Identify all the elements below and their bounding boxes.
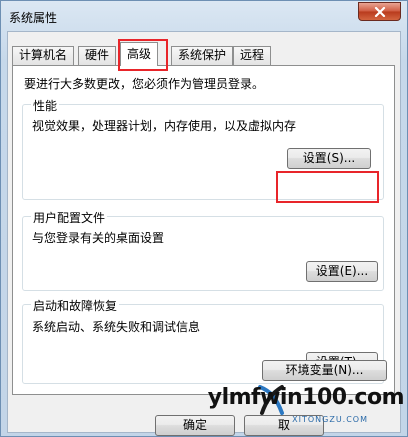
user-profiles-title: 用户配置文件 [31,209,108,226]
title-bar[interactable]: 系统属性 [1,1,407,31]
user-profiles-group: 用户配置文件 与您登录有关的桌面设置 设置(E)... [22,209,384,291]
performance-title: 性能 [31,97,60,114]
tab-advanced[interactable]: 高级 [120,42,159,66]
ok-button[interactable]: 确定 [155,415,235,436]
watermark: ylmfwin100.com XITONGZU.COM [208,379,408,437]
admin-note: 要进行大多数更改，您必须作为管理员登录。 [24,77,265,91]
environment-variables-button[interactable]: 环境变量(N)... [262,360,387,381]
advanced-tab-page: 要进行大多数更改，您必须作为管理员登录。 性能 视觉效果，处理器计划，内存使用，… [12,65,395,395]
tab-computer-name[interactable]: 计算机名 [12,46,75,65]
watermark-main-text: ylmfwin100.com [207,385,405,410]
close-button[interactable] [358,2,401,21]
startup-recovery-title: 启动和故障恢复 [31,297,120,314]
window-title: 系统属性 [9,11,58,25]
tab-remote[interactable]: 远程 [233,46,272,65]
performance-group: 性能 视觉效果，处理器计划，内存使用，以及虚拟内存 设置(S)... [22,97,384,200]
watermark-sub-text: XITONGZU.COM [292,415,368,424]
dialog-client-area: 计算机名 硬件 高级 系统保护 远程 要进行大多数更改，您必须作为管理员登录。 … [7,31,401,436]
user-profiles-settings-button[interactable]: 设置(E)... [306,261,378,282]
performance-description: 视觉效果，处理器计划，内存使用，以及虚拟内存 [32,119,297,133]
performance-settings-button[interactable]: 设置(S)... [287,148,371,169]
close-icon [374,6,385,17]
user-profiles-description: 与您登录有关的桌面设置 [32,231,165,245]
system-properties-window: 系统属性 计算机名 硬件 高级 系统保护 远程 要进行大多数更改，您必须作为管理… [0,0,408,437]
tab-hardware[interactable]: 硬件 [78,46,117,65]
tab-system-protection[interactable]: 系统保护 [171,46,234,65]
startup-recovery-description: 系统启动、系统失败和调试信息 [32,320,201,334]
